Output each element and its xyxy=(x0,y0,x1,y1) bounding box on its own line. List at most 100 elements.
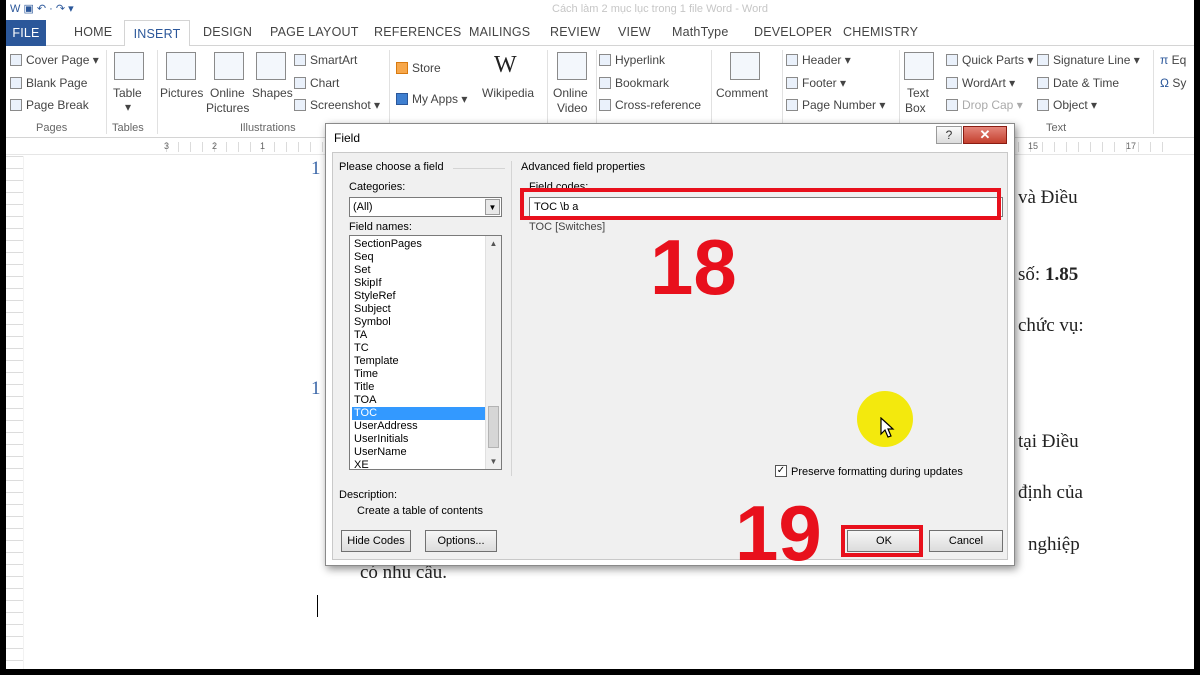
object-button[interactable]: Object ▾ xyxy=(1037,98,1097,112)
text-box-button[interactable]: Text xyxy=(907,86,929,100)
drop-cap-button[interactable]: Drop Cap ▾ xyxy=(946,98,1023,112)
tab-design[interactable]: DESIGN xyxy=(203,25,252,39)
list-item[interactable]: Seq xyxy=(352,251,486,264)
table-button[interactable]: Table xyxy=(113,86,142,100)
online-video-button-line2[interactable]: Video xyxy=(557,101,587,115)
list-item[interactable]: Title xyxy=(352,381,486,394)
scroll-up-icon[interactable]: ▲ xyxy=(486,236,501,251)
tab-view[interactable]: VIEW xyxy=(618,25,651,39)
options-button[interactable]: Options... xyxy=(425,530,497,552)
list-item[interactable]: Set xyxy=(352,264,486,277)
list-item[interactable]: Symbol xyxy=(352,316,486,329)
tab-page-layout[interactable]: PAGE LAYOUT xyxy=(270,25,359,39)
text-box-icon[interactable] xyxy=(904,52,934,80)
scroll-down-icon[interactable]: ▼ xyxy=(486,454,501,469)
ruler-number: 17 xyxy=(1126,141,1137,151)
list-item-selected[interactable]: TOC xyxy=(352,407,486,420)
tab-developer[interactable]: DEVELOPER xyxy=(754,25,832,39)
table-dropdown-icon[interactable]: ▾ xyxy=(125,100,131,114)
tab-mathtype[interactable]: MathType xyxy=(672,25,729,39)
shapes-icon[interactable] xyxy=(256,52,286,80)
list-item[interactable]: SkipIf xyxy=(352,277,486,290)
online-pictures-icon[interactable] xyxy=(214,52,244,80)
smartart-button[interactable]: SmartArt xyxy=(294,53,357,67)
list-item[interactable]: TOA xyxy=(352,394,486,407)
tab-references[interactable]: REFERENCES xyxy=(374,25,461,39)
list-item[interactable]: TC xyxy=(352,342,486,355)
online-pictures-button[interactable]: Online xyxy=(210,86,245,100)
my-apps-button[interactable]: My Apps ▾ xyxy=(396,92,467,106)
tab-chemistry[interactable]: CHEMISTRY xyxy=(843,25,918,39)
preserve-formatting-checkbox[interactable]: ✓ xyxy=(775,465,787,477)
bookmark-button[interactable]: Bookmark xyxy=(599,76,669,90)
equation-button[interactable]: π Eq xyxy=(1160,53,1186,67)
list-item[interactable]: XE xyxy=(352,459,486,469)
pictures-icon[interactable] xyxy=(166,52,196,80)
blank-page-button[interactable]: Blank Page xyxy=(10,76,87,90)
dialog-title-bar[interactable]: Field ? ✕ xyxy=(326,124,1014,152)
table-icon[interactable] xyxy=(114,52,144,80)
hyperlink-button[interactable]: Hyperlink xyxy=(599,53,665,67)
date-time-button[interactable]: Date & Time xyxy=(1037,76,1119,90)
shapes-button[interactable]: Shapes xyxy=(252,86,293,100)
page-break-icon xyxy=(10,99,22,111)
scroll-thumb[interactable] xyxy=(488,406,499,448)
wordart-button[interactable]: WordArt ▾ xyxy=(946,76,1015,90)
my-apps-icon xyxy=(396,93,408,105)
list-item[interactable]: UserInitials xyxy=(352,433,486,446)
help-button[interactable]: ? xyxy=(936,126,962,144)
tab-insert[interactable]: INSERT xyxy=(124,20,190,47)
preserve-formatting-label: Preserve formatting during updates xyxy=(791,466,963,478)
categories-select[interactable]: (All) ▼ xyxy=(349,197,502,217)
text-box-button-line2[interactable]: Box xyxy=(905,101,926,115)
page-number-button[interactable]: Page Number ▾ xyxy=(786,98,885,112)
online-pictures-button-line2[interactable]: Pictures xyxy=(206,101,249,115)
doc-text: và Điều xyxy=(1018,187,1078,208)
field-names-list[interactable]: SectionPages Seq Set SkipIf StyleRef Sub… xyxy=(349,235,502,470)
symbol-button[interactable]: Ω Sy xyxy=(1160,76,1186,90)
online-video-button[interactable]: Online xyxy=(553,86,588,100)
comment-button[interactable]: Comment xyxy=(716,86,768,100)
vertical-ruler[interactable] xyxy=(6,156,24,669)
group-tables-label: Tables xyxy=(112,122,144,134)
signature-line-button[interactable]: Signature Line ▾ xyxy=(1037,53,1140,67)
close-button[interactable]: ✕ xyxy=(963,126,1007,144)
tab-review[interactable]: REVIEW xyxy=(550,25,601,39)
page-break-button[interactable]: Page Break xyxy=(10,98,89,112)
chart-button[interactable]: Chart xyxy=(294,76,339,90)
list-item[interactable]: SectionPages xyxy=(352,238,486,251)
ribbon-separator xyxy=(711,50,712,134)
list-item[interactable]: TA xyxy=(352,329,486,342)
pictures-button[interactable]: Pictures xyxy=(160,86,203,100)
pi-icon: π xyxy=(1160,53,1172,67)
quick-access-toolbar[interactable]: W ▣ ↶ · ↷ ▾ xyxy=(10,2,74,15)
bookmark-icon xyxy=(599,77,611,89)
tab-mailings[interactable]: MAILINGS xyxy=(469,25,530,39)
hide-codes-button[interactable]: Hide Codes xyxy=(341,530,411,552)
tab-file[interactable]: FILE xyxy=(6,20,46,46)
online-video-icon[interactable] xyxy=(557,52,587,80)
list-scrollbar[interactable]: ▲ ▼ xyxy=(485,236,501,469)
store-button[interactable]: Store xyxy=(396,61,441,75)
chevron-down-icon[interactable]: ▼ xyxy=(485,199,500,215)
cross-reference-button[interactable]: Cross-reference xyxy=(599,98,701,112)
doc-heading-number: 1 xyxy=(311,378,321,399)
list-item[interactable]: UserName xyxy=(352,446,486,459)
cancel-button[interactable]: Cancel xyxy=(929,530,1003,552)
screenshot-button[interactable]: Screenshot ▾ xyxy=(294,98,380,112)
comment-icon[interactable] xyxy=(730,52,760,80)
list-item[interactable]: UserAddress xyxy=(352,420,486,433)
list-item[interactable]: Subject xyxy=(352,303,486,316)
doc-heading-number: 1 xyxy=(311,158,321,179)
tab-home[interactable]: HOME xyxy=(74,25,112,39)
list-item[interactable]: Time xyxy=(352,368,486,381)
cover-page-button[interactable]: Cover Page ▾ xyxy=(10,53,99,67)
wikipedia-button[interactable]: Wikipedia xyxy=(482,86,534,100)
list-item[interactable]: StyleRef xyxy=(352,290,486,303)
header-button[interactable]: Header ▾ xyxy=(786,53,851,67)
footer-button[interactable]: Footer ▾ xyxy=(786,76,846,90)
text-cursor xyxy=(317,595,318,617)
quick-parts-button[interactable]: Quick Parts ▾ xyxy=(946,53,1033,67)
list-item[interactable]: Template xyxy=(352,355,486,368)
wikipedia-icon[interactable]: W xyxy=(494,52,517,79)
